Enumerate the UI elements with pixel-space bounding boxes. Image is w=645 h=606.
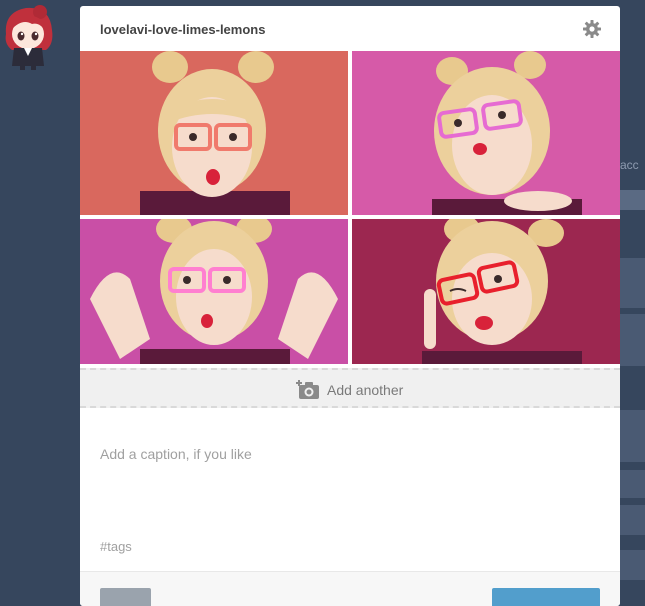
tags-field[interactable]: #tags: [100, 539, 132, 554]
photo-post-editor: lovelavi-love-limes-lemons Add another A…: [80, 6, 620, 606]
photo-3[interactable]: [80, 219, 348, 364]
photo-grid: [80, 51, 620, 364]
gear-icon[interactable]: [582, 19, 602, 39]
add-another-button[interactable]: Add another: [80, 368, 620, 408]
post-header: lovelavi-love-limes-lemons: [80, 6, 620, 51]
caption-field[interactable]: Add a caption, if you like: [100, 446, 252, 462]
avatar[interactable]: [0, 4, 58, 72]
photo-1[interactable]: [80, 51, 348, 215]
blog-name[interactable]: lovelavi-love-limes-lemons: [100, 22, 265, 37]
photo-4[interactable]: [352, 219, 620, 364]
add-photo-icon: [296, 380, 320, 400]
post-footer: [80, 571, 620, 606]
post-button[interactable]: [492, 588, 600, 606]
close-button[interactable]: [100, 588, 151, 606]
photo-2[interactable]: [352, 51, 620, 215]
add-another-label: Add another: [327, 382, 404, 398]
